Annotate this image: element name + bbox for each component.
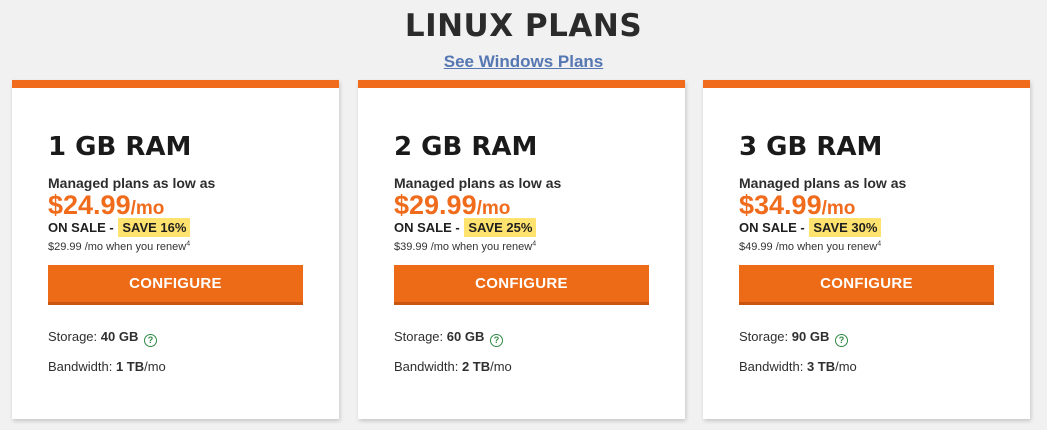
storage-spec: Storage: 90 GB ? (739, 328, 848, 347)
bandwidth-unit: /mo (490, 359, 512, 374)
storage-value: 40 GB (100, 329, 139, 344)
bandwidth-spec: Bandwidth: 2 TB/mo (394, 358, 512, 376)
save-badge: SAVE 25% (464, 218, 537, 237)
renew-suffix: /mo when you renew (81, 241, 187, 253)
sale-line: ON SALE - SAVE 16% (48, 218, 191, 238)
plan-ram-title: 3 GB RAM (739, 132, 883, 162)
renew-price: $29.99 (48, 241, 82, 253)
storage-label: Storage: (48, 329, 101, 344)
sale-line: ON SALE - SAVE 30% (739, 218, 882, 238)
save-badge: SAVE 30% (809, 218, 882, 237)
price-amount: $24.99 (48, 190, 131, 220)
on-sale-label: ON SALE - (739, 220, 809, 235)
renew-note: $49.99 /mo when you renew4 (739, 240, 881, 254)
renew-footnote: 4 (877, 240, 882, 248)
plan-ram-title: 2 GB RAM (394, 132, 538, 162)
bandwidth-value: 1 TB (115, 359, 145, 374)
bandwidth-unit: /mo (144, 359, 166, 374)
renew-footnote: 4 (532, 240, 537, 248)
help-icon[interactable]: ? (489, 334, 503, 347)
on-sale-label: ON SALE - (394, 220, 464, 235)
price-amount: $29.99 (394, 190, 477, 220)
plan-card-3gb: 3 GB RAM Managed plans as low as $34.99/… (703, 80, 1030, 419)
price-unit: /mo (476, 198, 511, 219)
storage-spec: Storage: 60 GB ? (394, 328, 503, 347)
bandwidth-spec: Bandwidth: 3 TB/mo (739, 358, 857, 376)
storage-value: 90 GB (791, 329, 830, 344)
bandwidth-label: Bandwidth: (739, 359, 807, 374)
help-icon[interactable]: ? (834, 334, 848, 347)
renew-price: $49.99 (739, 241, 773, 253)
renew-suffix: /mo when you renew (772, 241, 878, 253)
save-badge: SAVE 16% (118, 218, 191, 237)
price-amount: $34.99 (739, 190, 822, 220)
storage-spec: Storage: 40 GB ? (48, 328, 157, 347)
bandwidth-label: Bandwidth: (48, 359, 116, 374)
configure-button[interactable]: CONFIGURE (48, 265, 303, 305)
plan-ram-title: 1 GB RAM (48, 132, 192, 162)
price-unit: /mo (821, 198, 856, 219)
bandwidth-value: 2 TB (461, 359, 491, 374)
configure-button[interactable]: CONFIGURE (739, 265, 994, 305)
bandwidth-unit: /mo (835, 359, 857, 374)
windows-plans-link-container: See Windows Plans (0, 51, 1047, 73)
configure-button[interactable]: CONFIGURE (394, 265, 649, 305)
bandwidth-label: Bandwidth: (394, 359, 462, 374)
renew-price: $39.99 (394, 241, 428, 253)
storage-value: 60 GB (446, 329, 485, 344)
help-icon[interactable]: ? (143, 334, 157, 347)
storage-label: Storage: (394, 329, 447, 344)
plan-card-2gb: 2 GB RAM Managed plans as low as $29.99/… (358, 80, 685, 419)
renew-suffix: /mo when you renew (427, 241, 533, 253)
bandwidth-value: 3 TB (806, 359, 836, 374)
plan-cards: 1 GB RAM Managed plans as low as $24.99/… (12, 80, 1032, 420)
on-sale-label: ON SALE - (48, 220, 118, 235)
renew-footnote: 4 (186, 240, 191, 248)
price-unit: /mo (130, 198, 165, 219)
see-windows-plans-link[interactable]: See Windows Plans (444, 52, 604, 71)
storage-label: Storage: (739, 329, 792, 344)
page-title: LINUX PLANS (404, 8, 643, 44)
plan-card-1gb: 1 GB RAM Managed plans as low as $24.99/… (12, 80, 339, 419)
sale-line: ON SALE - SAVE 25% (394, 218, 537, 238)
renew-note: $39.99 /mo when you renew4 (394, 240, 536, 254)
bandwidth-spec: Bandwidth: 1 TB/mo (48, 358, 166, 376)
renew-note: $29.99 /mo when you renew4 (48, 240, 190, 254)
